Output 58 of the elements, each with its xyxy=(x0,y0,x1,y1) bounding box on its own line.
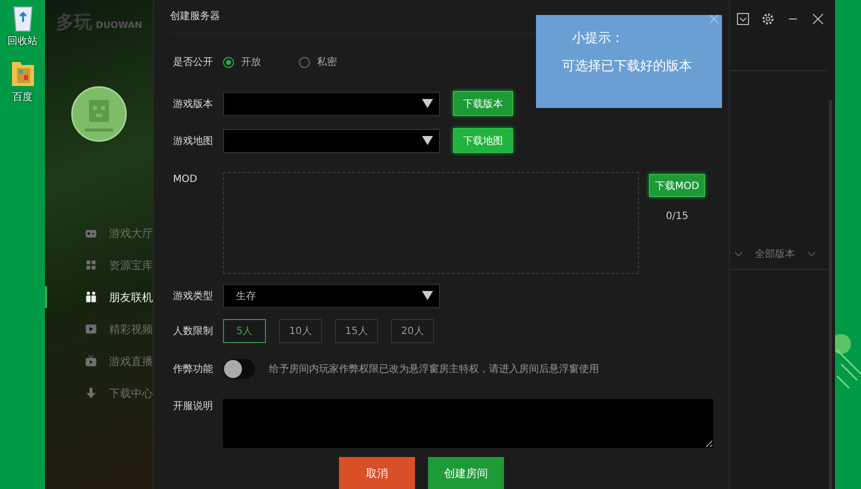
sidebar-item[interactable]: 朋友联机 xyxy=(45,286,153,308)
play-icon xyxy=(85,322,97,336)
tv-icon xyxy=(85,354,97,368)
sidebar-item[interactable]: 游戏直播 xyxy=(45,350,153,372)
dropdown[interactable]: 生存 xyxy=(223,284,440,308)
sidebar-label: 朋友联机 xyxy=(109,290,153,304)
avatar-icon[interactable] xyxy=(71,86,127,142)
field-label: 作弊功能 xyxy=(173,362,214,376)
description-field[interactable] xyxy=(223,399,713,448)
desktop-icon-label[interactable]: 百度 xyxy=(12,90,32,104)
recycle-bin-icon xyxy=(10,4,34,32)
sidebar-item[interactable]: 游戏大厅 xyxy=(45,222,153,244)
field-label: 游戏版本 xyxy=(173,98,214,111)
toggle-switch[interactable] xyxy=(223,358,255,379)
tip-text: 可选择已下载好的版本 xyxy=(562,58,693,75)
field-label: 人数限制 xyxy=(173,324,214,338)
logo-subtext: DUOWAN xyxy=(96,21,142,31)
download-mod-button[interactable]: 下载MOD xyxy=(649,174,706,198)
dropdown-arrow-icon xyxy=(422,136,433,146)
field-label: MOD xyxy=(173,174,198,186)
create-button[interactable]: 创建房间 xyxy=(428,457,504,489)
grid-icon xyxy=(85,258,97,272)
hint-text: 给予房间内玩家作弊权限已改为悬浮窗房主特权，请进入房间后悬浮窗使用 xyxy=(269,362,599,376)
limit-option[interactable]: 5人 xyxy=(223,319,266,344)
sidebar-item[interactable]: 下载中心 xyxy=(45,382,153,404)
settings-icon[interactable] xyxy=(761,12,775,26)
field-label: 是否公开 xyxy=(173,56,214,70)
field-label: 开服说明 xyxy=(173,400,214,413)
sidebar-item[interactable]: 精彩视频 xyxy=(45,318,153,340)
dropdown-arrow-icon xyxy=(422,291,433,300)
limit-option[interactable]: 15人 xyxy=(335,319,378,344)
download-icon xyxy=(85,386,97,400)
field-label: 游戏类型 xyxy=(173,290,214,303)
sidebar-label: 精彩视频 xyxy=(109,322,153,336)
sidebar-label: 游戏大厅 xyxy=(109,226,153,240)
tip-title: 小提示： xyxy=(572,30,625,47)
sidebar-item[interactable]: 资源宝库 xyxy=(45,254,153,276)
desktop-icon-label[interactable]: 回收站 xyxy=(8,34,38,48)
limit-option[interactable]: 10人 xyxy=(279,319,322,344)
dropdown-value: 生存 xyxy=(236,290,256,303)
close-icon[interactable] xyxy=(709,14,719,24)
dialog-title: 创建服务器 xyxy=(170,10,220,24)
sidebar-label: 游戏直播 xyxy=(109,354,153,368)
radio-option[interactable]: 开放 xyxy=(223,55,261,70)
cancel-button[interactable]: 取消 xyxy=(339,457,415,489)
sidebar-label: 下载中心 xyxy=(109,386,153,400)
version-filter[interactable]: 全部版本 xyxy=(755,247,795,261)
radio-option[interactable]: 私密 xyxy=(299,55,337,70)
limit-option[interactable]: 20人 xyxy=(391,319,434,344)
field-label: 游戏地图 xyxy=(173,134,214,148)
sidebar-label: 资源宝库 xyxy=(109,258,153,272)
download-button[interactable]: 下载地图 xyxy=(453,128,513,154)
mod-count: 0/15 xyxy=(666,211,688,222)
close-icon[interactable] xyxy=(811,12,825,26)
window-box-icon[interactable] xyxy=(736,12,750,26)
people-icon xyxy=(85,290,97,304)
dropdown-arrow-icon xyxy=(422,99,433,108)
download-button[interactable]: 下载版本 xyxy=(453,91,513,116)
